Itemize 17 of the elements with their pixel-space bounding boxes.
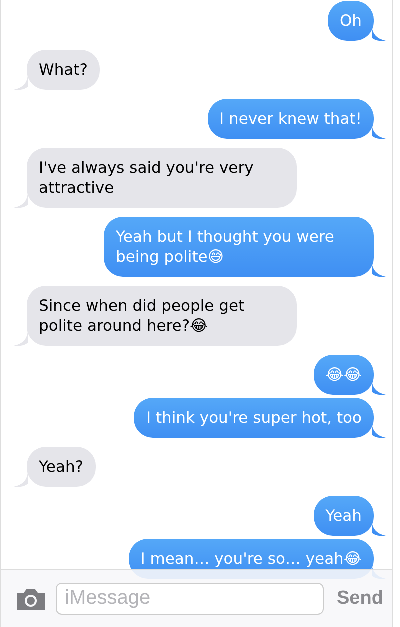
bubble-tail [14,471,28,487]
message-bubble: Yeah but I thought you were being polite😅 [104,217,374,277]
message-bubble: Yeah? [27,447,96,487]
message-input-field[interactable]: iMessage [56,582,324,614]
message-bubble: Since when did people get polite around here?😂 [27,286,297,346]
message-bubble: I've always said you're very attractive [27,148,297,208]
message-bubble: Yeah [314,496,374,536]
message-bubble: What? [27,50,100,90]
bubble-tail [14,74,28,90]
message-bubble: 😂😂 [314,355,374,395]
send-button[interactable]: Send [333,586,388,612]
message-bubble: I think you're super hot, too [134,398,374,438]
bubble-tail [14,330,28,346]
camera-icon[interactable] [15,588,47,610]
bubble-tail [14,192,28,208]
message-bubble: Oh [328,1,374,41]
message-bubble: I never knew that! [208,99,374,139]
